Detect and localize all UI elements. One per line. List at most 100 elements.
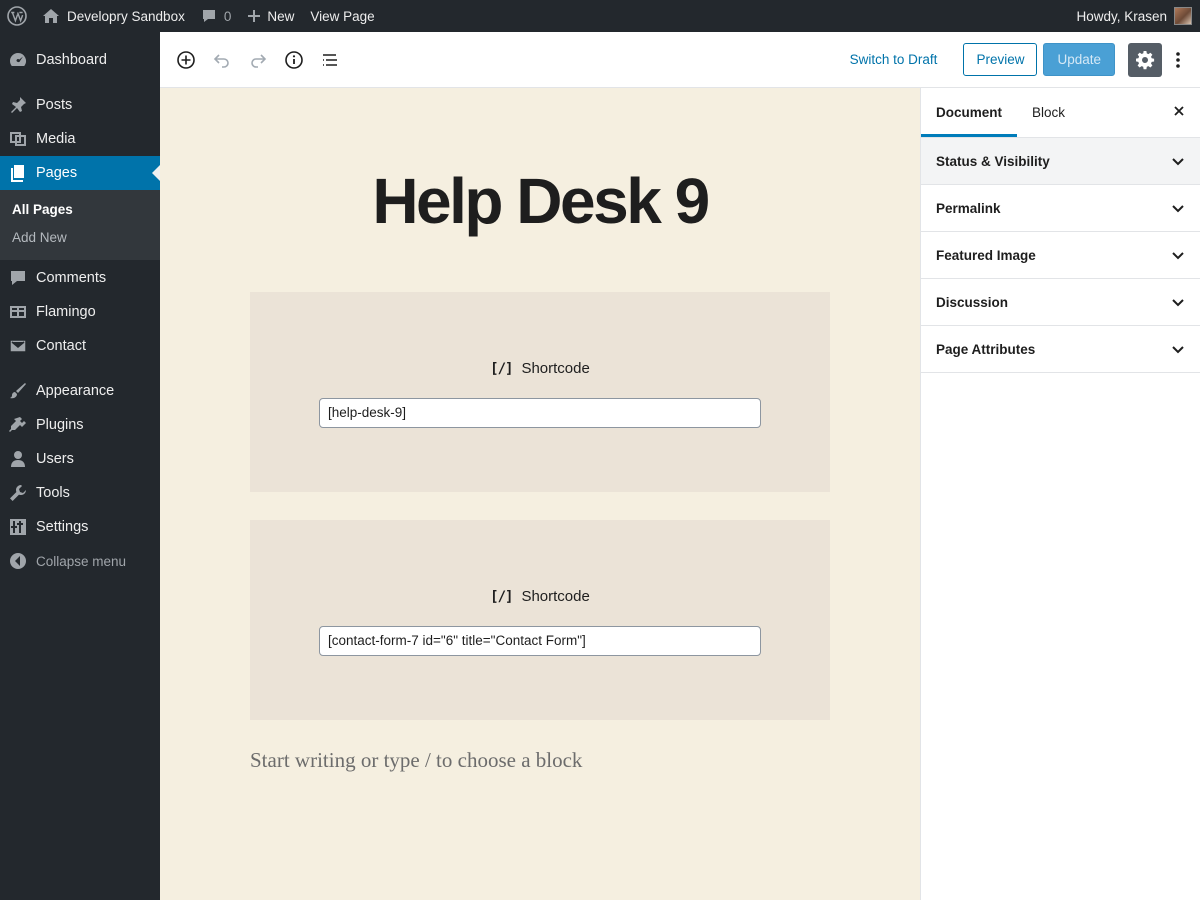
wordpress-logo-icon[interactable] [0, 0, 34, 32]
new-content-link[interactable]: New [239, 0, 302, 32]
tab-block[interactable]: Block [1017, 88, 1080, 137]
collapse-menu-button[interactable]: Collapse menu [0, 544, 160, 578]
shortcode-input[interactable]: [help-desk-9] [319, 398, 761, 428]
panel-discussion[interactable]: Discussion [921, 279, 1200, 326]
sidebar-item-label: Plugins [36, 417, 84, 433]
block-navigation-button[interactable] [312, 42, 348, 78]
block-label: [/] Shortcode [250, 588, 830, 605]
settings-tabs: Document Block [921, 88, 1200, 138]
comment-icon [8, 268, 28, 288]
sidebar-item-posts[interactable]: Posts [0, 88, 160, 122]
sidebar-item-appearance[interactable]: Appearance [0, 374, 160, 408]
info-icon [284, 50, 304, 70]
brush-icon [8, 381, 28, 401]
panel-status-visibility[interactable]: Status & Visibility [921, 138, 1200, 185]
new-label: New [267, 8, 295, 24]
my-account-link[interactable]: Howdy, Krasen [1068, 0, 1200, 32]
site-name: Developry Sandbox [67, 8, 185, 24]
more-vertical-icon [1175, 50, 1181, 70]
settings-toggle-button[interactable] [1128, 42, 1162, 77]
sidebar-item-label: Contact [36, 338, 86, 354]
sidebar-item-plugins[interactable]: Plugins [0, 408, 160, 442]
sidebar-item-dashboard[interactable]: Dashboard [0, 43, 160, 77]
settings-sidebar: Document Block Status & Visibility Perma… [920, 88, 1200, 900]
panel-title: Featured Image [936, 247, 1036, 263]
shortcode-block[interactable]: [/] Shortcode [help-desk-9] [250, 292, 830, 492]
sidebar-item-label: Settings [36, 519, 89, 535]
shortcode-icon: [/] [490, 360, 513, 377]
flamingo-icon [8, 302, 28, 322]
sidebar-item-label: Comments [36, 270, 107, 286]
plugin-icon [8, 415, 28, 435]
default-block-appender[interactable]: Start writing or type / to choose a bloc… [250, 748, 582, 773]
sidebar-item-label: Posts [36, 97, 73, 113]
sidebar-item-contact[interactable]: Contact [0, 329, 160, 363]
sidebar-item-label: Dashboard [36, 52, 107, 68]
redo-button[interactable] [240, 42, 276, 78]
mail-icon [8, 336, 28, 356]
sidebar-item-tools[interactable]: Tools [0, 476, 160, 510]
submenu-all-pages[interactable]: All Pages [0, 196, 160, 224]
switch-to-draft-button[interactable]: Switch to Draft [840, 52, 948, 67]
block-name: Shortcode [521, 360, 590, 377]
block-label: [/] Shortcode [250, 360, 830, 377]
panel-title: Page Attributes [936, 341, 1036, 357]
pages-icon [8, 163, 28, 183]
collapse-arrow-icon [8, 551, 28, 571]
update-button[interactable]: Update [1043, 43, 1115, 76]
chevron-down-icon [1171, 201, 1185, 215]
panel-featured-image[interactable]: Featured Image [921, 232, 1200, 279]
sidebar-item-label: Users [36, 451, 74, 467]
list-view-icon [320, 50, 340, 70]
panel-title: Status & Visibility [936, 153, 1050, 169]
add-block-button[interactable] [168, 42, 204, 78]
plus-circle-icon [176, 50, 196, 70]
chevron-down-icon [1171, 154, 1185, 168]
sidebar-item-label: Media [36, 131, 76, 147]
chevron-down-icon [1171, 248, 1185, 262]
panel-page-attributes[interactable]: Page Attributes [921, 326, 1200, 373]
sidebar-item-label: Tools [36, 485, 70, 501]
plus-icon [247, 9, 261, 23]
page-title[interactable]: Help Desk 9 [160, 164, 920, 238]
sidebar-item-users[interactable]: Users [0, 442, 160, 476]
shortcode-icon: [/] [490, 588, 513, 605]
panel-permalink[interactable]: Permalink [921, 185, 1200, 232]
editor-canvas: Help Desk 9 [/] Shortcode [help-desk-9] … [160, 88, 920, 900]
close-icon[interactable] [1172, 104, 1186, 118]
collapse-label: Collapse menu [36, 553, 127, 569]
more-tools-button[interactable] [1166, 42, 1190, 78]
sidebar-item-label: Appearance [36, 383, 115, 399]
view-page-link[interactable]: View Page [302, 0, 382, 32]
sidebar-item-label: Pages [36, 165, 78, 181]
block-name: Shortcode [521, 588, 590, 605]
sidebar-item-settings[interactable]: Settings [0, 510, 160, 544]
sidebar-item-pages[interactable]: Pages [0, 156, 160, 190]
sidebar-item-label: Flamingo [36, 304, 96, 320]
shortcode-input[interactable]: [contact-form-7 id="6" title="Contact Fo… [319, 626, 761, 656]
undo-icon [212, 50, 232, 70]
chevron-down-icon [1171, 295, 1185, 309]
comments-link[interactable]: 0 [193, 0, 240, 32]
comments-count: 0 [223, 8, 232, 24]
pages-submenu: All Pages Add New [0, 190, 160, 260]
admin-bar: Developry Sandbox 0 New View Page Howdy,… [0, 0, 1200, 32]
site-name-link[interactable]: Developry Sandbox [34, 0, 193, 32]
redo-icon [248, 50, 268, 70]
preview-button[interactable]: Preview [963, 43, 1038, 76]
tab-document[interactable]: Document [921, 88, 1017, 137]
sidebar-item-comments[interactable]: Comments [0, 261, 160, 295]
gear-icon [1135, 50, 1155, 70]
undo-button[interactable] [204, 42, 240, 78]
sidebar-item-flamingo[interactable]: Flamingo [0, 295, 160, 329]
panel-title: Discussion [936, 294, 1009, 310]
submenu-add-new[interactable]: Add New [0, 224, 160, 252]
sidebar-item-media[interactable]: Media [0, 122, 160, 156]
settings-icon [8, 517, 28, 537]
content-info-button[interactable] [276, 42, 312, 78]
editor-header: Switch to Draft Preview Update [160, 32, 1200, 88]
view-page-label: View Page [310, 8, 375, 24]
panel-title: Permalink [936, 200, 1001, 216]
shortcode-block[interactable]: [/] Shortcode [contact-form-7 id="6" tit… [250, 520, 830, 720]
comment-bubble-icon [201, 8, 217, 24]
